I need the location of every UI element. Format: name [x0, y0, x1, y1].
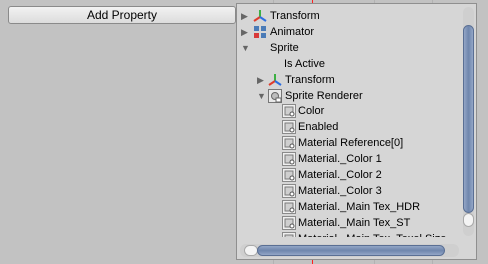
- tree-row[interactable]: Material._Main Tex_HDR: [237, 199, 461, 215]
- tree-row-label: Is Active: [284, 57, 325, 70]
- row-edge-marker: [458, 109, 461, 113]
- add-property-button[interactable]: Add Property: [8, 6, 236, 24]
- expand-arrow-right-icon[interactable]: ▶: [241, 24, 251, 40]
- tree-row[interactable]: Material Reference[0]: [237, 135, 461, 151]
- row-edge-marker: [458, 46, 461, 50]
- property-icon: [282, 215, 296, 230]
- row-edge-marker: [458, 94, 461, 98]
- row-edge-marker: [458, 78, 461, 82]
- property-icon: [282, 120, 296, 135]
- row-edge-marker: [458, 189, 461, 193]
- sprite-renderer-icon: [268, 88, 282, 103]
- expand-arrow-right-icon[interactable]: ▶: [257, 72, 267, 88]
- row-edge-marker: [458, 62, 461, 66]
- tree-row-label: Material Reference[0]: [298, 137, 404, 150]
- property-icon: [282, 231, 296, 237]
- vertical-scrollbar-thumb[interactable]: [463, 25, 474, 213]
- row-edge-marker: [458, 157, 461, 161]
- row-edge-marker: [458, 14, 461, 18]
- row-edge-marker: [458, 141, 461, 145]
- tree-row[interactable]: Material._Color 3: [237, 183, 461, 199]
- tree-row[interactable]: Material._Main Tex_Texel Size: [237, 231, 461, 237]
- tree-row[interactable]: ▼ Sprite: [237, 40, 461, 56]
- tree-row-label: Sprite: [270, 41, 299, 54]
- property-tree: ▶ Transform ▶ Animator ▼ Sprite Is Active ▶ Tran…: [237, 4, 461, 237]
- animator-icon: [253, 25, 267, 39]
- tree-row[interactable]: Enabled: [237, 119, 461, 135]
- expand-arrow-down-icon[interactable]: ▼: [257, 88, 267, 104]
- row-edge-marker: [458, 125, 461, 129]
- tree-row-label: Enabled: [298, 121, 339, 134]
- expand-arrow-down-icon[interactable]: ▼: [241, 40, 251, 56]
- tree-row[interactable]: ▼ Sprite Renderer: [237, 88, 461, 104]
- tree-row-label: Material._Main Tex_Texel Size: [298, 231, 446, 237]
- transform-icon: [253, 9, 267, 23]
- tree-row-label: Material._Main Tex_ST: [298, 216, 411, 229]
- property-picker-popup: ▶ Transform ▶ Animator ▼ Sprite Is Active ▶ Tran…: [236, 3, 477, 260]
- tree-row[interactable]: Color: [237, 103, 461, 119]
- tree-row[interactable]: ▶ Transform: [237, 72, 461, 88]
- property-icon: [282, 136, 296, 151]
- tree-row-label: Sprite Renderer: [285, 89, 363, 102]
- row-edge-marker: [458, 205, 461, 209]
- vertical-scrollbar-handle[interactable]: [463, 213, 474, 227]
- vertical-scrollbar[interactable]: [463, 7, 474, 236]
- tree-row-label: Material._Main Tex_HDR: [298, 200, 421, 213]
- row-edge-marker: [458, 173, 461, 177]
- property-icon: [282, 183, 296, 198]
- tree-row-label: Material._Color 3: [298, 184, 382, 197]
- property-icon: [282, 152, 296, 167]
- horizontal-scrollbar[interactable]: [240, 244, 459, 257]
- tree-row[interactable]: Material._Color 2: [237, 167, 461, 183]
- tree-row-label: Animator: [270, 25, 315, 38]
- tree-row-label: Transform: [270, 10, 320, 22]
- tree-row-label: Color: [298, 105, 325, 118]
- tree-row[interactable]: Is Active: [237, 56, 461, 72]
- row-edge-marker: [458, 30, 461, 34]
- tree-row-label: Material._Color 2: [298, 169, 382, 181]
- tree-row-label: Transform: [285, 73, 335, 86]
- transform-icon: [268, 73, 282, 87]
- property-icon: [282, 104, 296, 119]
- property-icon: [282, 199, 296, 214]
- horizontal-scrollbar-thumb[interactable]: [257, 245, 445, 256]
- tree-row[interactable]: ▶ Transform: [237, 8, 461, 24]
- tree-row[interactable]: Material._Color 1: [237, 151, 461, 167]
- property-icon: [282, 168, 296, 182]
- row-edge-marker: [458, 221, 461, 225]
- expand-arrow-right-icon[interactable]: ▶: [241, 8, 251, 24]
- horizontal-scrollbar-handle[interactable]: [244, 245, 258, 256]
- tree-row-label: Material._Color 1: [298, 153, 382, 166]
- tree-row[interactable]: ▶ Animator: [237, 24, 461, 40]
- tree-row[interactable]: Material._Main Tex_ST: [237, 215, 461, 231]
